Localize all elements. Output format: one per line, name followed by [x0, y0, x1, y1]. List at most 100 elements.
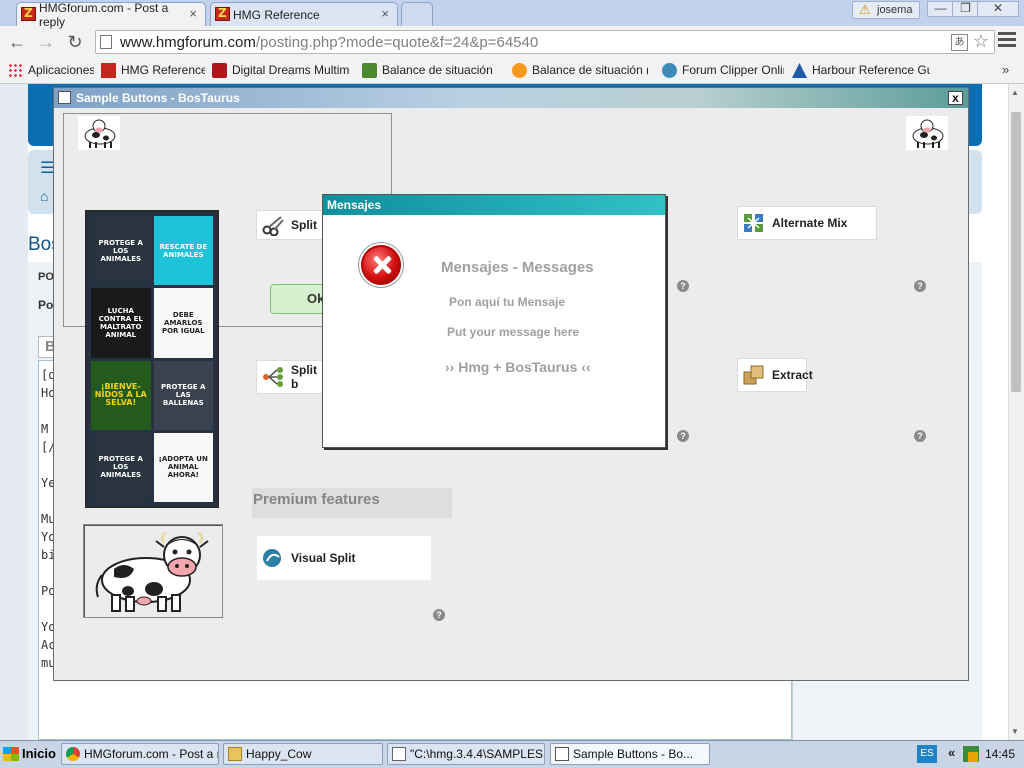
tray-expand-button[interactable]: «: [948, 745, 955, 760]
split-tree-icon: [263, 367, 283, 387]
dialog-title[interactable]: Mensajes: [323, 195, 665, 215]
tab-hmg-reference[interactable]: HMG Reference ×: [210, 2, 398, 26]
taskbar-item-editor[interactable]: "C:\hmg.3.4.4\SAMPLES...: [387, 743, 545, 765]
post-label: Po: [38, 298, 54, 312]
tab-close-icon[interactable]: ×: [189, 6, 197, 21]
restore-button[interactable]: ❐: [952, 1, 979, 17]
tab-hmgforum[interactable]: HMGforum.com - Post a reply ×: [16, 0, 206, 29]
poster-image: DEBE AMARLOS POR IGUAL: [153, 288, 213, 358]
chrome-menu-icon[interactable]: [998, 32, 1016, 50]
alternate-mix-label: Alternate Mix: [772, 216, 848, 230]
cow-image-right: [906, 116, 948, 150]
poster-image: PROTEGE A LAS BALLENAS: [153, 360, 213, 430]
visual-split-button[interactable]: Visual Split: [256, 535, 432, 581]
forum-clipper-icon: [662, 63, 677, 78]
app-icon: [58, 91, 71, 104]
chrome-icon: [66, 747, 80, 761]
split-by-label: Split b: [291, 363, 317, 391]
balance-icon: [512, 63, 527, 78]
poster-image: LUCHA CONTRA EL MALTRATO ANIMAL: [91, 288, 151, 358]
bookmark-balance-2[interactable]: Balance de situación (Bo: [512, 63, 648, 79]
windows-logo-icon: [3, 747, 19, 761]
split-label: Split: [291, 218, 317, 232]
tab-label: HMG Reference: [233, 7, 320, 22]
clock[interactable]: 14:45: [985, 744, 1015, 764]
digital-dreams-icon: [212, 63, 227, 78]
profile-name: josema: [877, 4, 913, 16]
window-close-button[interactable]: x: [948, 91, 963, 105]
profile-button[interactable]: ⚠ josema: [852, 1, 920, 19]
reload-button[interactable]: ↻: [64, 31, 86, 53]
extract-icon: [743, 365, 764, 385]
extract-label: Extract: [772, 368, 813, 382]
split-by-button[interactable]: Split b: [256, 360, 324, 394]
bookmark-harbour-reference[interactable]: Harbour Reference Guide: [792, 63, 930, 79]
harbour-icon: [792, 63, 807, 78]
url-text[interactable]: www.hmgforum.com/posting.php?mode=quote&…: [120, 34, 538, 51]
poster-image: PROTEGE A LOS ANIMALES: [91, 432, 151, 502]
bookmarks-overflow-button[interactable]: »: [1002, 62, 1009, 77]
bookmark-star-icon[interactable]: ☆: [973, 31, 989, 52]
bookmark-apps[interactable]: Aplicaciones: [8, 63, 94, 79]
dialog-message-es: Pon aquí tu Mensaje: [449, 295, 566, 309]
help-icon[interactable]: ?: [677, 280, 689, 292]
help-icon[interactable]: ?: [677, 430, 689, 442]
cow-image-left: [78, 116, 120, 150]
taskbar-item-folder[interactable]: Happy_Cow: [223, 743, 383, 765]
help-icon[interactable]: ?: [433, 609, 445, 621]
new-tab-button[interactable]: [401, 2, 433, 26]
bookmark-hmg-reference[interactable]: HMG Reference: [101, 63, 205, 79]
error-icon: [361, 245, 401, 285]
home-icon[interactable]: ⌂: [40, 188, 48, 204]
bookmark-balance-1[interactable]: Balance de situación | Bo: [362, 63, 496, 79]
visual-split-label: Visual Split: [291, 551, 356, 565]
scroll-up-icon[interactable]: ▲: [1011, 88, 1019, 97]
forward-button[interactable]: →: [35, 31, 57, 53]
window-titlebar[interactable]: Sample Buttons - BosTaurus: [54, 88, 968, 108]
help-icon[interactable]: ?: [914, 430, 926, 442]
image-grid: PROTEGE A LOS ANIMALES RESCATE DE ANIMAL…: [85, 210, 219, 508]
extract-button[interactable]: Extract: [737, 358, 813, 392]
window-title: Sample Buttons - BosTaurus: [76, 91, 240, 105]
address-bar[interactable]: www.hmgforum.com/posting.php?mode=quote&…: [95, 30, 995, 54]
editor-text-line: M: [41, 422, 49, 436]
translate-icon[interactable]: あ: [951, 34, 968, 51]
warning-icon: ⚠: [859, 2, 871, 17]
ok-button[interactable]: Ok: [270, 284, 330, 314]
alternate-mix-button[interactable]: Alternate Mix: [737, 206, 877, 240]
balance-icon: [362, 63, 377, 78]
close-window-button[interactable]: ✕: [977, 1, 1019, 17]
bookmark-forum-clipper[interactable]: Forum Clipper Online: [662, 63, 784, 79]
visual-split-icon: [263, 549, 281, 567]
back-button[interactable]: ←: [6, 31, 28, 53]
premium-features-label: Premium features: [252, 488, 452, 518]
notepad-icon: [392, 747, 406, 761]
dialog-signature: ›› Hmg + BosTaurus ‹‹: [445, 359, 591, 375]
cow-image-large: [83, 524, 223, 618]
poster-image: PROTEGE A LOS ANIMALES: [91, 216, 151, 286]
help-icon[interactable]: ?: [914, 280, 926, 292]
language-indicator[interactable]: ES: [917, 745, 937, 763]
scroll-down-icon[interactable]: ▼: [1011, 727, 1019, 736]
page-margin: [0, 84, 28, 740]
tab-close-icon[interactable]: ×: [381, 6, 389, 21]
taskbar-item-chrome[interactable]: HMGforum.com - Post a r...: [61, 743, 219, 765]
dialog-message-en: Put your message here: [447, 325, 580, 339]
hmg-icon: [101, 63, 116, 78]
minimize-button[interactable]: —: [927, 1, 954, 17]
split-button[interactable]: Split: [256, 210, 324, 240]
tab-label: HMGforum.com - Post a reply: [39, 0, 169, 29]
message-dialog: Mensajes Mensajes - Messages Pon aquí tu…: [322, 194, 666, 448]
volume-icon[interactable]: [968, 752, 978, 762]
poster-image: ¡BIENVE-NIDOS A LA SELVA!: [91, 360, 151, 430]
folder-icon: [228, 747, 242, 761]
mix-icon: [744, 214, 763, 232]
scissors-icon: [262, 216, 284, 236]
hmg-favicon-icon: [21, 6, 36, 21]
page-icon: [100, 35, 112, 49]
poster-image: RESCATE DE ANIMALES: [153, 216, 213, 286]
start-button[interactable]: Inicio: [0, 743, 56, 765]
taskbar-item-sample-buttons[interactable]: Sample Buttons - Bo...: [550, 743, 710, 765]
bookmark-digital-dreams[interactable]: Digital Dreams Multimedia: [212, 63, 350, 79]
scrollbar-thumb[interactable]: [1011, 112, 1021, 392]
